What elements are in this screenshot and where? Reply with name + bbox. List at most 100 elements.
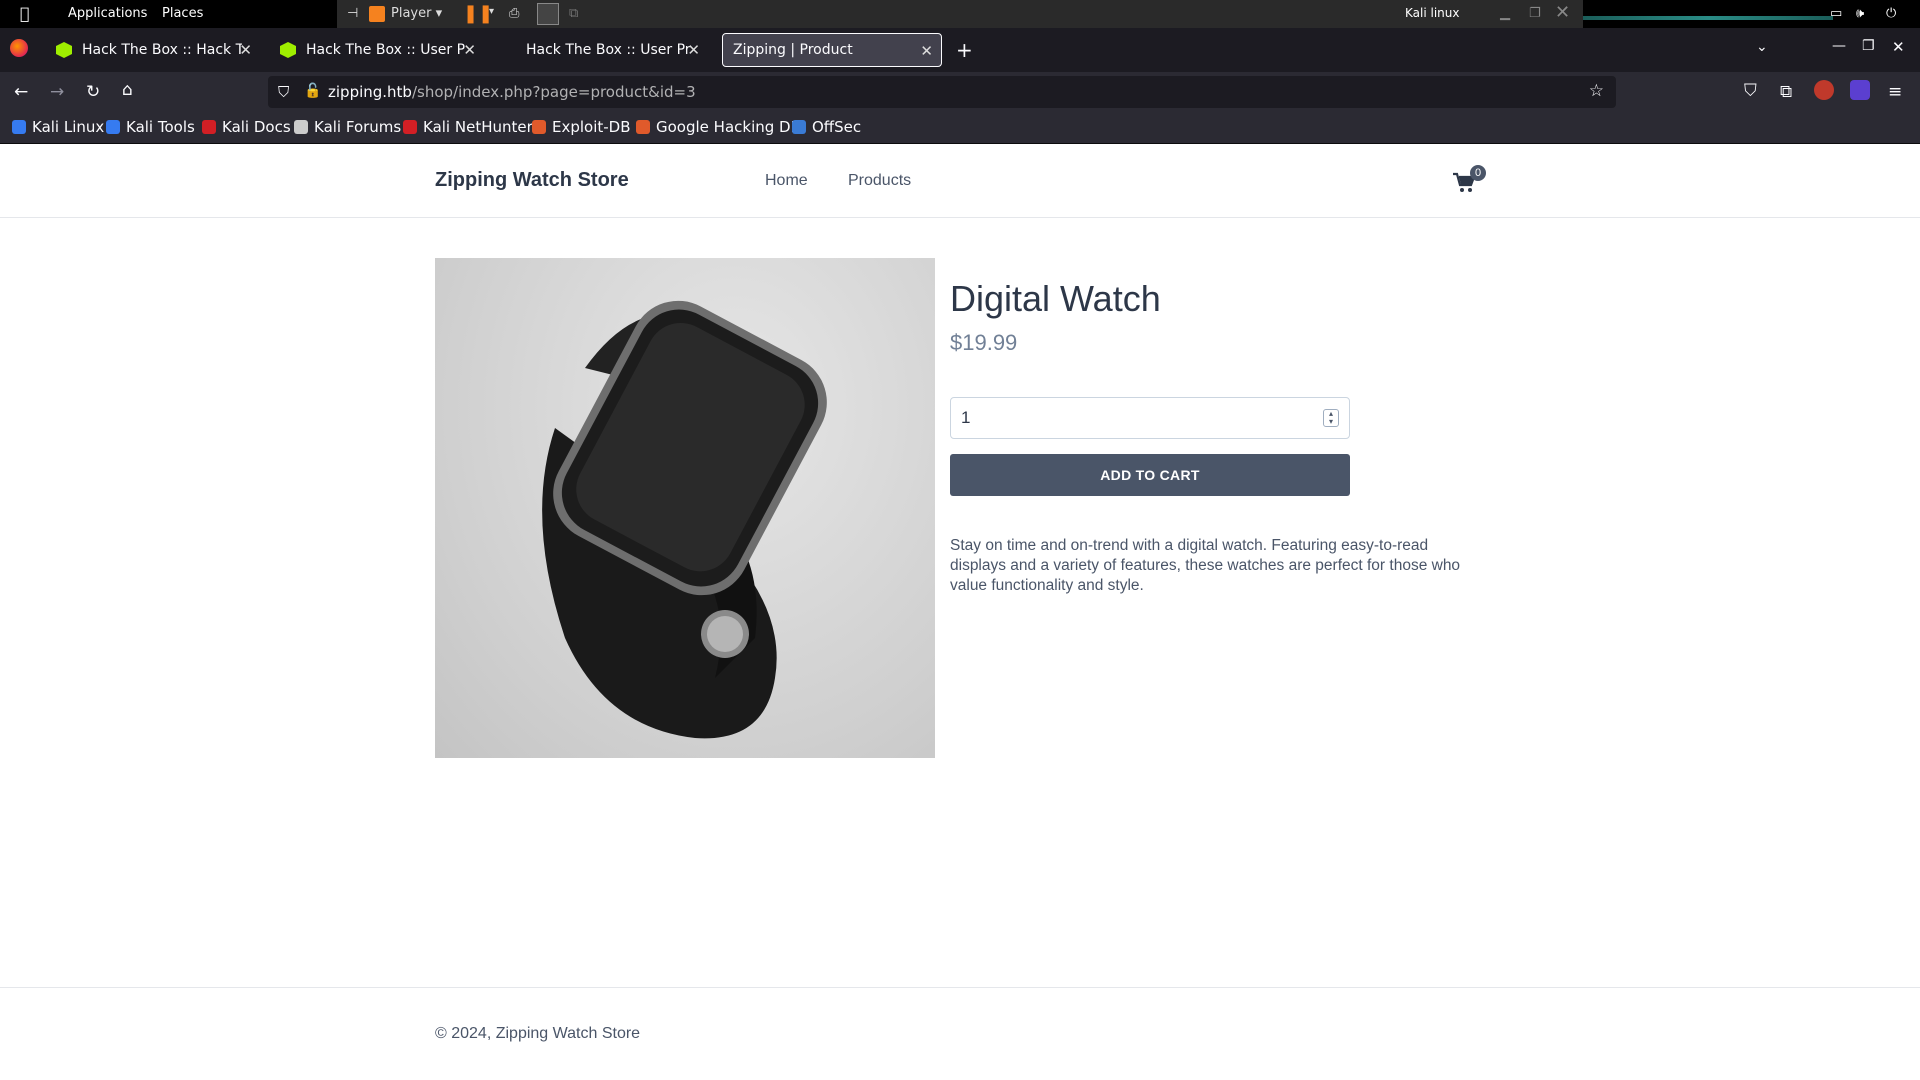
bookmark-label: Kali Docs — [222, 118, 291, 136]
bookmark-kali-tools[interactable]: Kali Tools — [106, 118, 195, 136]
bookmark-label: Exploit-DB — [552, 118, 631, 136]
url-bar[interactable]: ⛉ 🔓 zipping.htb/shop/index.php?page=prod… — [268, 76, 1616, 108]
bookmark-label: Kali NetHunter — [423, 118, 533, 136]
url-text[interactable]: zipping.htb/shop/index.php?page=product&… — [328, 83, 696, 101]
bookmark-label: Kali Linux — [32, 118, 105, 136]
extensions-icon[interactable]: ⧉ — [1780, 82, 1792, 102]
cart-button[interactable]: 0 — [1452, 165, 1486, 196]
firefox-icon[interactable] — [10, 39, 28, 57]
vm-player-bar: ⊣ Player ▾ ❚❚ ▾ ⎙ ⧉ Kali linux ▁ ❐ ✕ — [337, 0, 1583, 28]
site-header: Zipping Watch Store Home Products 0 — [0, 144, 1920, 218]
vm-host-label: Kali linux — [1405, 6, 1460, 20]
watch-illustration — [542, 300, 827, 739]
site-footer: © 2024, Zipping Watch Store — [0, 987, 1920, 1080]
player-menu[interactable]: Player ▾ — [391, 6, 442, 21]
vm-minimize-icon[interactable]: ▁ — [1500, 6, 1510, 21]
minimize-icon[interactable]: — — [1832, 38, 1846, 54]
tab-title: Hack The Box :: User Profi — [306, 42, 466, 58]
menu-icon[interactable]: ≡ — [1888, 82, 1902, 102]
bookmark-kali-docs[interactable]: Kali Docs — [202, 118, 291, 136]
bookmark-label: Google Hacking DB — [656, 118, 801, 136]
product-price: $19.99 — [950, 330, 1018, 355]
bookmark-exploit-db[interactable]: Exploit-DB — [532, 118, 631, 136]
browser-navigation-bar: ← → ↻ ⌂ ⛉ 🔓 zipping.htb/shop/index.php?p… — [0, 72, 1920, 112]
apple-icon[interactable]:  — [20, 4, 30, 23]
nav-home-link[interactable]: Home — [765, 172, 808, 190]
tab-htb-home[interactable]: Hack The Box :: Hack The ✕ — [46, 33, 260, 67]
bookmark-kali-linux[interactable]: Kali Linux — [12, 118, 104, 136]
bookmark-kali-nethunter[interactable]: Kali NetHunter — [403, 118, 533, 136]
volume-icon[interactable]: 🕪 — [1856, 6, 1864, 21]
pocket-icon[interactable]: ⛉ — [1744, 81, 1757, 101]
web-page: Zipping Watch Store Home Products 0 Digi… — [0, 144, 1920, 1080]
home-icon[interactable]: ⌂ — [122, 80, 133, 100]
fullscreen-icon[interactable] — [537, 3, 559, 25]
browser-tab-strip: Hack The Box :: Hack The ✕ Hack The Box … — [0, 28, 1920, 72]
extension-avatar-icon[interactable] — [1814, 80, 1834, 100]
url-path: /shop/index.php?page=product&id=3 — [411, 83, 696, 101]
tab-title: Zipping | Product — [733, 42, 853, 58]
close-icon[interactable]: ✕ — [920, 42, 933, 60]
product-title: Digital Watch — [950, 278, 1161, 319]
bookmark-label: OffSec — [812, 118, 862, 136]
list-tabs-icon[interactable]: ⌄ — [1756, 39, 1768, 55]
tab-htb-profile-2[interactable]: Hack The Box :: User Profi ✕ — [494, 33, 708, 67]
power-icon[interactable]: ⏻ — [1886, 6, 1896, 21]
os-top-bar:  Applications Places ⊣ Player ▾ ❚❚ ▾ ⎙ … — [0, 0, 1920, 28]
bookmarks-bar: Kali Linux Kali Tools Kali Docs Kali For… — [0, 112, 1920, 144]
kali-tools-icon — [106, 120, 120, 134]
nav-products-link[interactable]: Products — [848, 172, 911, 190]
chevron-down-icon[interactable]: ▾ — [489, 6, 494, 17]
quantity-stepper[interactable]: ▴ ▾ — [1323, 409, 1339, 427]
nethunter-icon — [403, 120, 417, 134]
bookmark-kali-forums[interactable]: Kali Forums — [294, 118, 401, 136]
restore-icon[interactable]: ❐ — [1862, 38, 1875, 54]
footer-copyright: © 2024, Zipping Watch Store — [435, 1025, 641, 1042]
quantity-input[interactable]: 1 ▴ ▾ — [950, 397, 1350, 439]
new-tab-icon[interactable]: + — [956, 38, 973, 62]
quantity-value: 1 — [961, 408, 971, 427]
ghdb-icon — [636, 120, 650, 134]
close-icon[interactable]: ✕ — [463, 41, 476, 59]
htb-cube-icon — [56, 42, 72, 58]
forward-icon[interactable]: → — [50, 82, 64, 102]
site-brand[interactable]: Zipping Watch Store — [435, 169, 629, 192]
bookmark-label: Kali Tools — [126, 118, 195, 136]
tab-title: Hack The Box :: User Profi — [526, 42, 690, 58]
vm-restore-icon[interactable]: ❐ — [1529, 6, 1541, 21]
reload-icon[interactable]: ↻ — [86, 82, 100, 102]
kali-forums-icon — [294, 120, 308, 134]
product-image — [435, 258, 935, 758]
bookmark-google-hacking-db[interactable]: Google Hacking DB — [636, 118, 801, 136]
activity-indicator — [1583, 16, 1833, 20]
bookmark-label: Kali Forums — [314, 118, 402, 136]
bookmark-offsec[interactable]: OffSec — [792, 118, 861, 136]
player-logo-icon — [369, 6, 385, 22]
kali-docs-icon — [202, 120, 216, 134]
insecure-lock-icon[interactable]: 🔓 — [304, 83, 321, 99]
back-icon[interactable]: ← — [14, 82, 28, 102]
bookmark-star-icon[interactable]: ☆ — [1589, 81, 1604, 101]
pin-icon[interactable]: ⊣ — [347, 6, 358, 21]
places-menu[interactable]: Places — [162, 6, 203, 21]
cart-count-badge: 0 — [1470, 165, 1486, 181]
tab-htb-profile-1[interactable]: Hack The Box :: User Profi ✕ — [270, 33, 484, 67]
close-icon[interactable]: ✕ — [239, 41, 252, 59]
close-icon[interactable]: ✕ — [687, 41, 700, 59]
tab-title: Hack The Box :: Hack The — [82, 42, 242, 58]
htb-cube-icon — [280, 42, 296, 58]
add-to-cart-button[interactable]: ADD TO CART — [950, 454, 1350, 496]
display-icon[interactable]: ▭ — [1830, 6, 1842, 21]
exploit-db-icon — [532, 120, 546, 134]
vm-close-icon[interactable]: ✕ — [1555, 2, 1570, 23]
tab-zipping-product[interactable]: Zipping | Product ✕ — [722, 33, 942, 67]
product-description: Stay on time and on-trend with a digital… — [950, 537, 1461, 594]
window-close-icon[interactable]: ✕ — [1892, 38, 1905, 56]
extension-purple-icon[interactable] — [1850, 80, 1870, 100]
applications-menu[interactable]: Applications — [68, 6, 147, 21]
offsec-icon — [792, 120, 806, 134]
tracking-protection-icon[interactable]: ⛉ — [278, 83, 289, 101]
unity-icon[interactable]: ⧉ — [569, 6, 578, 21]
send-keys-icon[interactable]: ⎙ — [509, 6, 519, 21]
url-host: zipping.htb — [328, 83, 412, 101]
